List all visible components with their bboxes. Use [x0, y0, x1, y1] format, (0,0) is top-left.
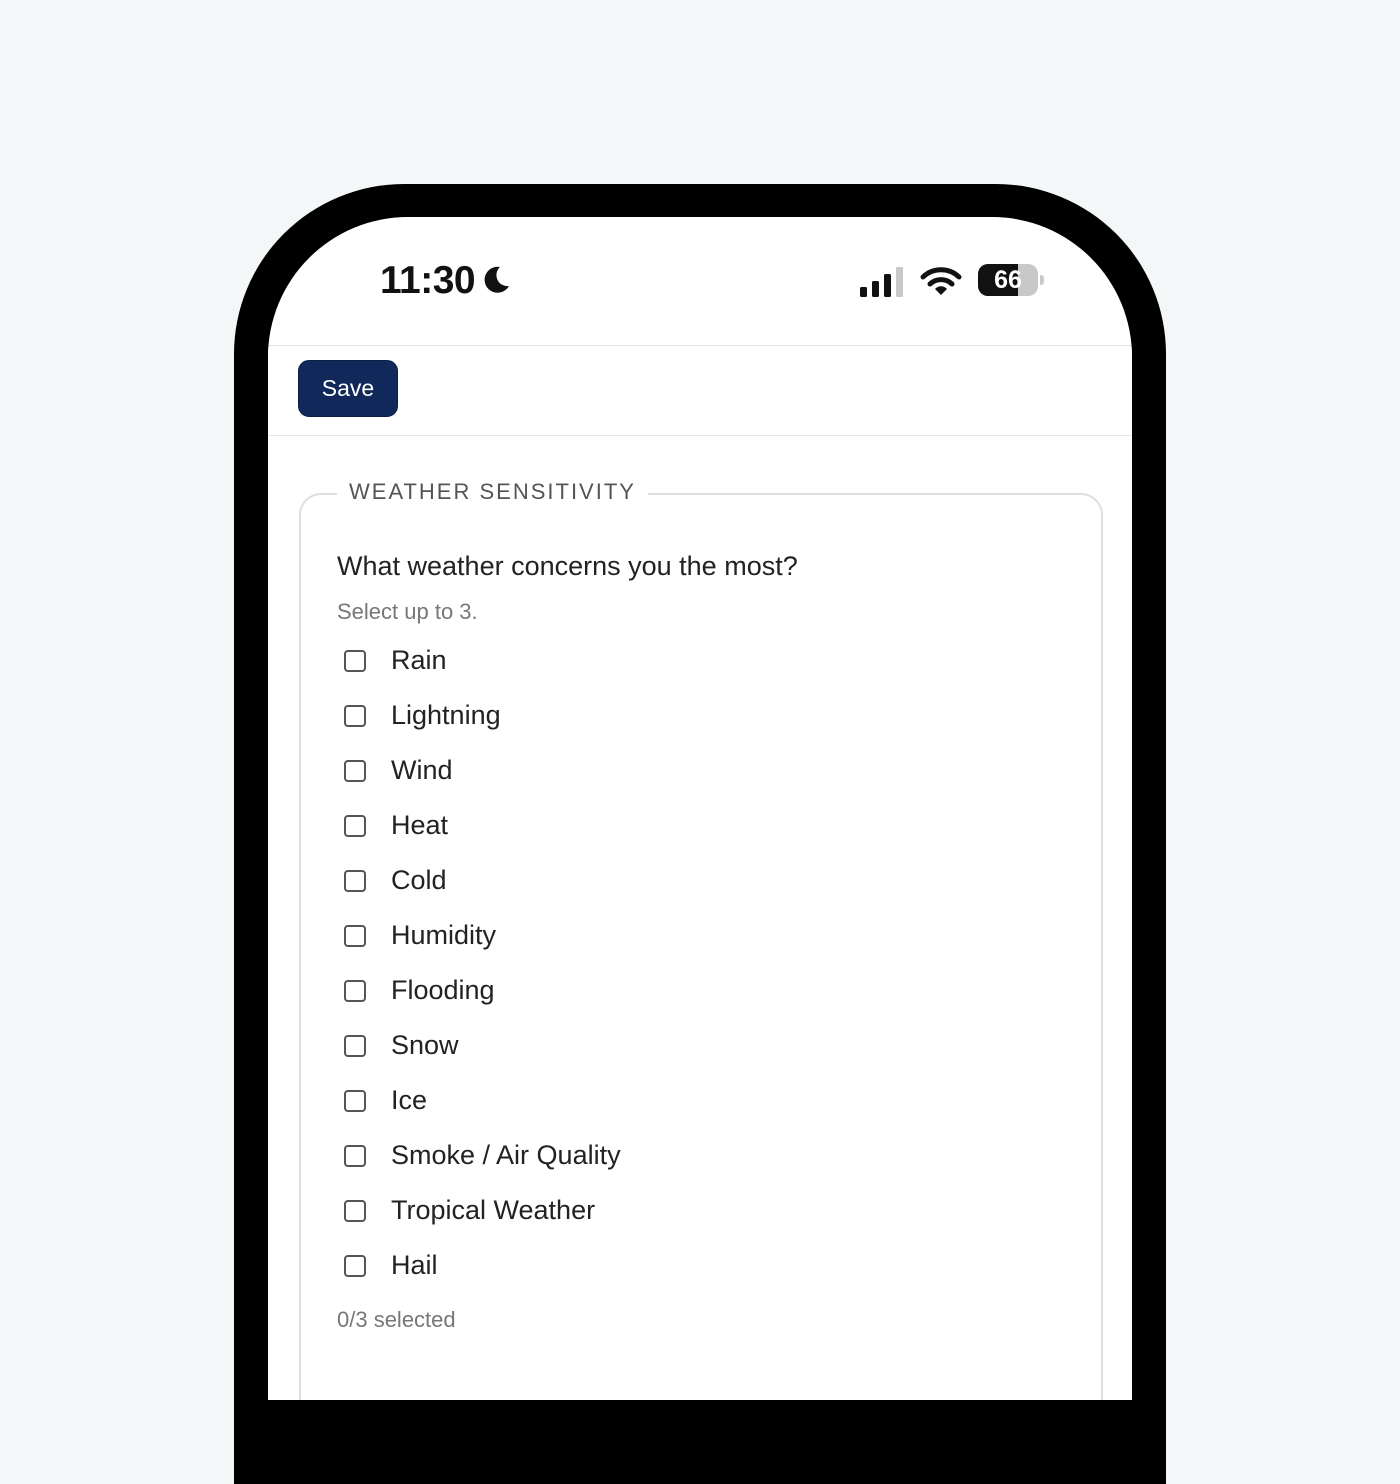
option-item[interactable]: Humidity: [301, 910, 1101, 965]
checkbox[interactable]: [344, 1035, 366, 1057]
checkbox[interactable]: [344, 1090, 366, 1112]
option-label[interactable]: Flooding: [391, 975, 495, 1006]
checkbox[interactable]: [344, 705, 366, 727]
save-button[interactable]: Save: [298, 360, 398, 417]
option-label[interactable]: Smoke / Air Quality: [391, 1140, 621, 1171]
checkbox[interactable]: [344, 1200, 366, 1222]
checkbox[interactable]: [344, 1255, 366, 1277]
moon-icon: [484, 266, 509, 293]
option-label[interactable]: Heat: [391, 810, 448, 841]
option-item[interactable]: Lightning: [301, 690, 1101, 745]
option-item[interactable]: Flooding: [301, 965, 1101, 1020]
toolbar: Save: [268, 345, 1132, 436]
question-hint: Select up to 3.: [337, 599, 478, 624]
battery-nub: [1040, 275, 1044, 285]
option-label[interactable]: Humidity: [391, 920, 496, 951]
option-item[interactable]: Heat: [301, 800, 1101, 855]
battery-percentage: 66: [994, 266, 1022, 294]
option-item[interactable]: Wind: [301, 745, 1101, 800]
weather-sensitivity-section: WEATHER SENSITIVITY What weather concern…: [299, 479, 1103, 1400]
option-item[interactable]: Smoke / Air Quality: [301, 1130, 1101, 1185]
selection-counter: 0/3 selected: [337, 1307, 456, 1332]
option-label[interactable]: Hail: [391, 1250, 438, 1281]
options-list: Rain Lightning Wind Heat Cold Humidity Floodin…: [301, 635, 1101, 1295]
option-label[interactable]: Wind: [391, 755, 453, 786]
checkbox[interactable]: [344, 650, 366, 672]
option-item[interactable]: Ice: [301, 1075, 1101, 1130]
cellular-signal-icon: [860, 267, 903, 297]
wifi-icon: [920, 267, 962, 295]
option-label[interactable]: Cold: [391, 865, 447, 896]
option-item[interactable]: Snow: [301, 1020, 1101, 1075]
status-time: 11:30: [380, 259, 476, 302]
checkbox[interactable]: [344, 760, 366, 782]
checkbox[interactable]: [344, 980, 366, 1002]
option-item[interactable]: Cold: [301, 855, 1101, 910]
option-label[interactable]: Rain: [391, 645, 447, 676]
option-label[interactable]: Tropical Weather: [391, 1195, 595, 1226]
option-item[interactable]: Hail: [301, 1240, 1101, 1295]
option-label[interactable]: Ice: [391, 1085, 427, 1116]
battery-body: 66: [978, 264, 1038, 296]
option-item[interactable]: Rain: [301, 635, 1101, 690]
checkbox[interactable]: [344, 870, 366, 892]
question-title: What weather concerns you the most?: [337, 551, 798, 581]
checkbox[interactable]: [344, 1145, 366, 1167]
status-bar: 11:30 66: [268, 217, 1132, 345]
checkbox[interactable]: [344, 815, 366, 837]
phone-screen: 11:30 66 Save WEATHER SENSITIVITY What w: [268, 217, 1132, 1400]
battery-icon: 66: [978, 264, 1044, 296]
option-label[interactable]: Snow: [391, 1030, 459, 1061]
section-legend: WEATHER SENSITIVITY: [337, 479, 648, 505]
option-label[interactable]: Lightning: [391, 700, 501, 731]
checkbox[interactable]: [344, 925, 366, 947]
option-item[interactable]: Tropical Weather: [301, 1185, 1101, 1240]
